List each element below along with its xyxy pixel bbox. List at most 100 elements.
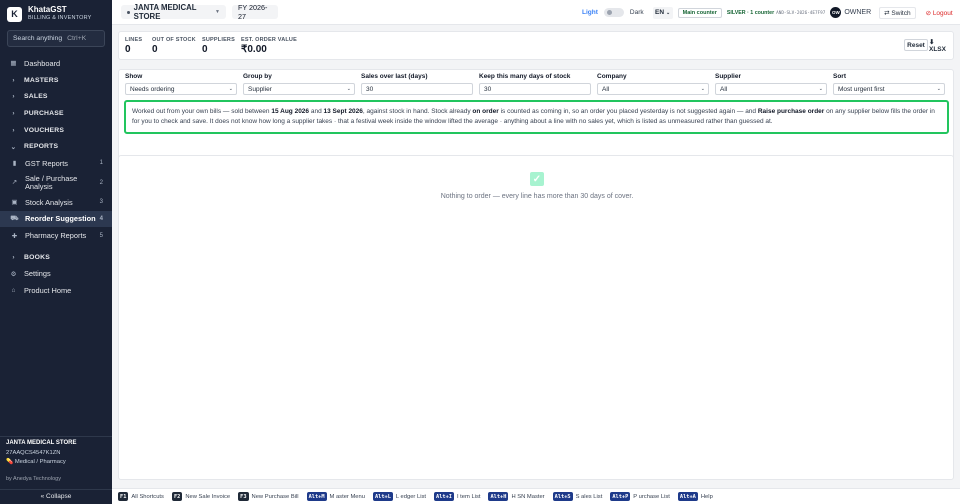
filter-sort: Sort Most urgent first ⌄ <box>833 73 945 95</box>
shortcut-new-purchase-bill[interactable]: F3 New Purchase Bill <box>238 492 299 501</box>
caret-down-icon: ▼ <box>215 9 220 15</box>
sidebar-item-settings[interactable]: ⚙ Settings <box>0 266 112 283</box>
sidebar-item-gst-reports[interactable]: ▮ GST Reports 1 <box>0 155 112 172</box>
sidebar-item-product-home[interactable]: ⌂ Product Home <box>0 282 112 299</box>
shortcut-count: 3 <box>99 199 103 206</box>
shortcut-count: 1 <box>99 160 103 167</box>
avatar[interactable]: OW <box>830 7 842 18</box>
store-category: 💊 Medical / Pharmacy <box>6 459 66 465</box>
store-name: JANTA MEDICAL STORE <box>6 440 77 446</box>
chevron-right-icon: › <box>12 109 15 117</box>
chevron-down-icon: ⌄ <box>818 86 823 92</box>
sidebar-section-sales[interactable]: › SALES <box>0 88 112 105</box>
company-select[interactable]: All ⌄ <box>597 83 709 95</box>
results-panel: ✓ Nothing to order — every line has more… <box>118 155 954 480</box>
sidebar-item-stock-analysis[interactable]: ▣ Stock Analysis 3 <box>0 194 112 211</box>
shortcut-master-menu[interactable]: Alt+M M aster Menu <box>306 492 365 501</box>
pill-icon: 💊 <box>6 459 14 465</box>
logout-button[interactable]: ⊘ Logout <box>922 7 957 19</box>
chevron-down-icon: ⌄ <box>700 86 705 92</box>
counter-badge[interactable]: Main counter <box>677 7 722 18</box>
sidebar-section-reports[interactable]: ⌄ REPORTS <box>0 138 112 155</box>
sidebar-item-reorder-suggestion[interactable]: ⛟ Reorder Suggestion 4 <box>0 210 112 228</box>
filter-stock-days: Keep this many days of stock 30 <box>479 73 591 95</box>
store-info: JANTA MEDICAL STORE 27AAQCS4547K1ZN 💊 Me… <box>0 436 112 470</box>
theme-dark-label[interactable]: Dark <box>630 9 644 16</box>
gear-icon: ⚙ <box>10 270 17 278</box>
shortcut-item-list[interactable]: Alt+I I tem List <box>434 492 480 501</box>
switch-user-button[interactable]: ⇄ Switch <box>879 6 916 19</box>
license-badge: SILVER · 1 counter AND-SLV-2026-4E7F97 <box>726 9 826 16</box>
chevron-right-icon: › <box>12 76 15 84</box>
main-content: LINES 0 OUT OF STOCK 0 SUPPLIERS 0 EST. … <box>112 25 960 488</box>
theme-toggle[interactable] <box>603 8 624 17</box>
language-selector[interactable]: EN ⌄ <box>652 6 673 19</box>
home-icon: ⌂ <box>11 287 16 295</box>
method-notice: Worked out from your own bills — sold be… <box>124 100 949 134</box>
sales-days-input[interactable]: 30 <box>361 83 473 95</box>
sidebar-section-purchase[interactable]: › PURCHASE <box>0 105 112 122</box>
shortcut-purchase-list[interactable]: Alt+P P urchase List <box>610 492 670 501</box>
sidebar-section-masters[interactable]: › MASTERS <box>0 72 112 89</box>
vendor-credit: by Anedya Technology <box>6 476 61 482</box>
sidebar-item-sale-purchase-analysis[interactable]: ↗ Sale / Purchase Analysis 2 <box>0 172 112 194</box>
user-role: OWNER <box>844 9 872 16</box>
stat-suppliers: SUPPLIERS 0 <box>202 37 235 55</box>
grid-icon: ▦ <box>10 60 17 68</box>
chevron-down-icon: ⌄ <box>666 9 671 16</box>
theme-light-label[interactable]: Light <box>582 9 598 16</box>
sort-select[interactable]: Most urgent first ⌄ <box>833 83 945 95</box>
pill-icon: ✚ <box>11 232 18 240</box>
chevron-down-icon: ⌄ <box>936 86 941 92</box>
filter-group-by: Group by Supplier ⌄ <box>243 73 355 95</box>
toggle-knob <box>606 10 612 15</box>
filter-show: Show Needs ordering ⌄ <box>125 73 237 95</box>
chevron-down-icon: ⌄ <box>10 143 17 151</box>
sidebar-section-books[interactable]: › BOOKS <box>0 249 112 266</box>
brand[interactable]: K KhataGST BILLING & INVENTORY <box>0 0 112 28</box>
shortcut-count: 4 <box>99 215 103 222</box>
sidebar-search-input[interactable]: Search anything Ctrl+K <box>7 30 105 47</box>
filter-panel: Show Needs ordering ⌄ Group by Supplier ⌄ … <box>118 69 954 165</box>
shortcut-count: 5 <box>99 232 103 239</box>
empty-state-message: Nothing to order — every line has more t… <box>440 193 634 200</box>
shortcut-ledger-list[interactable]: Alt+L L edger List <box>372 492 426 501</box>
group-by-select[interactable]: Supplier ⌄ <box>243 83 355 95</box>
shortcut-new-sale-invoice[interactable]: F2 New Sale Invoice <box>171 492 230 501</box>
box-icon: ▣ <box>11 199 18 207</box>
supplier-select[interactable]: All ⌄ <box>715 83 827 95</box>
summary-card: LINES 0 OUT OF STOCK 0 SUPPLIERS 0 EST. … <box>118 31 954 60</box>
store-dot-icon <box>127 10 130 14</box>
stock-days-input[interactable]: 30 <box>479 83 591 95</box>
search-shortcut: Ctrl+K <box>67 35 87 42</box>
shortcut-count: 2 <box>99 179 103 186</box>
fy-selector[interactable]: FY 2026-27 <box>232 3 278 21</box>
shortcut-sales-list[interactable]: Alt+S S ales List <box>552 492 602 501</box>
filter-supplier: Supplier All ⌄ <box>715 73 827 95</box>
shortcut-hsn-master[interactable]: Alt+H H SN Master <box>488 492 545 501</box>
stat-out-of-stock: OUT OF STOCK 0 <box>152 37 196 55</box>
chevron-down-icon: ⌄ <box>346 86 351 92</box>
sidebar-item-pharmacy-reports[interactable]: ✚ Pharmacy Reports 5 <box>0 227 112 244</box>
chevron-right-icon: › <box>12 253 15 261</box>
chevron-down-icon: ⌄ <box>228 86 233 92</box>
export-xlsx-button[interactable]: ⬇ XLSX <box>929 39 951 53</box>
reset-button[interactable]: Reset <box>904 39 928 51</box>
filter-company: Company All ⌄ <box>597 73 709 95</box>
show-select[interactable]: Needs ordering ⌄ <box>125 83 237 95</box>
top-bar: JANTA MEDICAL STORE ▼ FY 2026-27 Light D… <box>112 0 960 25</box>
chevron-right-icon: › <box>12 126 15 134</box>
stat-lines: LINES 0 <box>125 37 143 55</box>
shortcut-all-shortcuts[interactable]: F1 All Shortcuts <box>118 492 164 501</box>
collapse-sidebar-button[interactable]: « Collapse <box>0 489 112 504</box>
store-selector[interactable]: JANTA MEDICAL STORE ▼ <box>121 3 226 21</box>
cart-icon: ⛟ <box>10 215 19 223</box>
brand-name: KhataGST <box>28 5 67 14</box>
sidebar-section-vouchers[interactable]: › VOUCHERS <box>0 122 112 139</box>
app-logo-icon: K <box>7 6 22 22</box>
sidebar-item-dashboard[interactable]: ▦ Dashboard <box>0 55 112 72</box>
sidebar: K KhataGST BILLING & INVENTORY Search an… <box>0 0 112 504</box>
shortcut-help[interactable]: Alt+A Help <box>677 492 713 501</box>
check-icon: ✓ <box>530 172 544 186</box>
bar-chart-icon: ▮ <box>12 160 17 168</box>
